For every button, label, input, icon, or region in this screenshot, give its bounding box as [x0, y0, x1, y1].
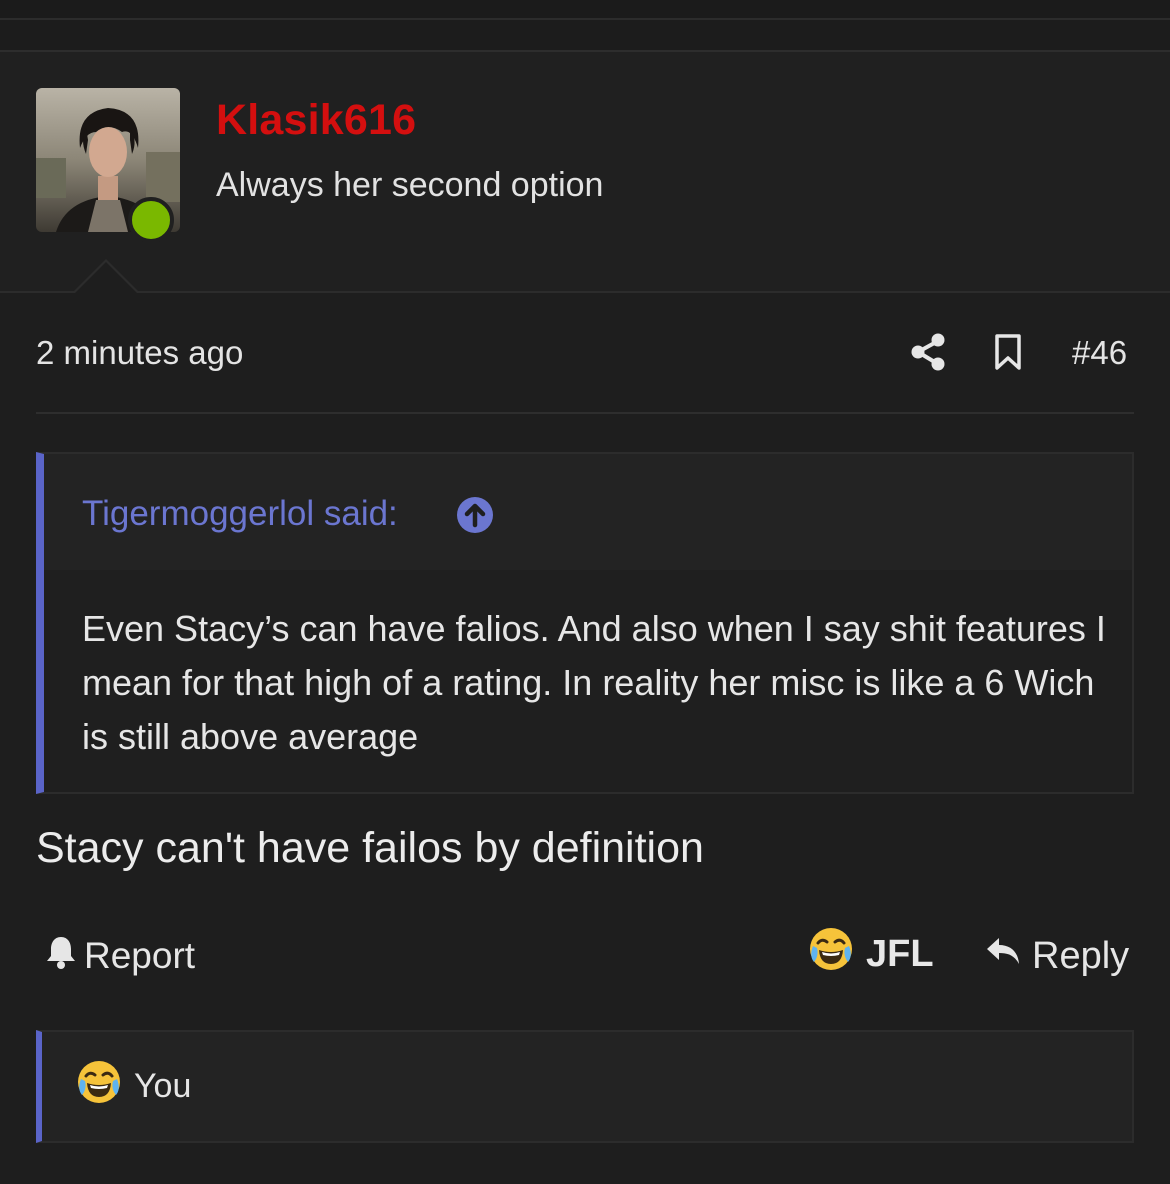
- quote-header: Tigermoggerlol said:: [44, 454, 1132, 570]
- post-number-link[interactable]: #46: [1072, 334, 1127, 372]
- laughing-crying-emoji-icon: [808, 926, 854, 982]
- user-title: Always her second option: [216, 166, 604, 204]
- quote-body: Even Stacy’s can have falios. And also w…: [82, 608, 1106, 757]
- bell-icon: [44, 934, 78, 979]
- reaction-summary[interactable]: You: [76, 1060, 192, 1108]
- reaction-button[interactable]: JFL: [808, 928, 934, 978]
- share-icon[interactable]: [910, 333, 946, 371]
- meta-divider: [36, 412, 1134, 414]
- reply-button[interactable]: Reply: [984, 934, 1129, 978]
- report-button[interactable]: Report: [44, 934, 195, 978]
- user-panel: Klasik616 Always her second option: [0, 52, 1170, 293]
- laughing-crying-emoji-icon: [76, 1059, 122, 1114]
- online-status-indicator: [128, 197, 174, 243]
- reactions-bar: You: [36, 1030, 1134, 1143]
- post-timestamp[interactable]: 2 minutes ago: [36, 334, 243, 372]
- post-separator: [0, 20, 1170, 52]
- reply-label: Reply: [1032, 934, 1130, 977]
- report-label: Report: [84, 935, 196, 976]
- post-message: Stacy can't have failos by definition: [36, 824, 704, 872]
- top-band: [0, 0, 1170, 20]
- reaction-label: JFL: [866, 932, 934, 975]
- reaction-users: You: [134, 1066, 192, 1105]
- quote-block: Tigermoggerlol said: Even Stacy’s can ha…: [36, 452, 1134, 794]
- username[interactable]: Klasik616: [216, 96, 416, 145]
- bookmark-icon[interactable]: [992, 333, 1024, 371]
- quote-author-link[interactable]: Tigermoggerlol said:: [82, 494, 398, 534]
- arrow-up-circle-icon[interactable]: [456, 496, 494, 534]
- reply-arrow-icon: [984, 934, 1022, 978]
